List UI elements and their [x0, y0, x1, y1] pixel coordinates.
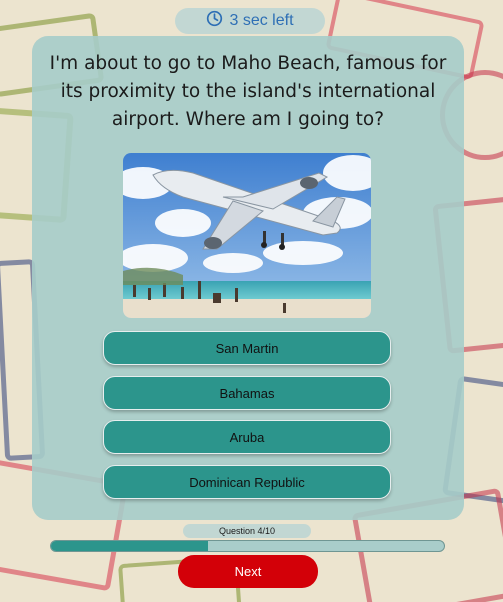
- question-counter: Question 4/10: [183, 524, 311, 538]
- timer-badge: 3 sec left: [175, 8, 325, 34]
- next-button[interactable]: Next: [178, 555, 318, 588]
- answer-option-dominican-republic[interactable]: Dominican Republic: [103, 465, 391, 499]
- airplane-beach-photo: [123, 153, 371, 318]
- answer-option-aruba[interactable]: Aruba: [103, 420, 391, 454]
- clock-icon: [206, 10, 223, 32]
- progress-bar-fill: [51, 541, 209, 551]
- question-card: I'm about to go to Maho Beach, famous fo…: [32, 36, 464, 520]
- question-text: I'm about to go to Maho Beach, famous fo…: [49, 53, 447, 130]
- answer-option-san-martin[interactable]: San Martin: [103, 331, 391, 365]
- progress-bar: [50, 540, 445, 552]
- timer-label: 3 sec left: [229, 12, 294, 29]
- answer-option-bahamas[interactable]: Bahamas: [103, 376, 391, 410]
